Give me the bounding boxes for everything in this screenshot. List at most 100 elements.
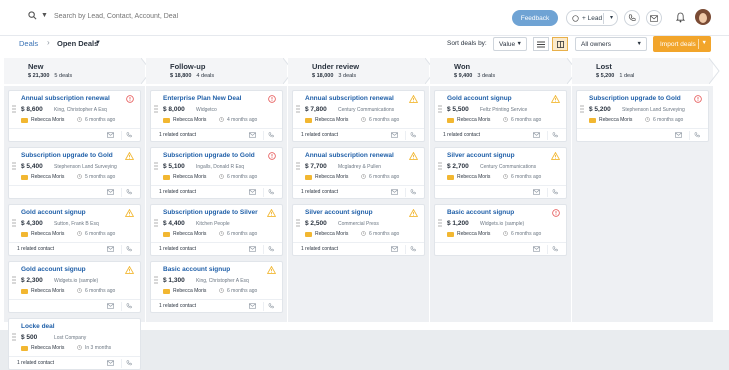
deal-title[interactable]: Gold account signup <box>21 266 86 273</box>
deal-card[interactable]: Annual subscription renewal $ 8,600 King, … <box>8 90 141 142</box>
mail-icon[interactable] <box>533 246 540 252</box>
drag-handle-icon[interactable] <box>296 162 300 170</box>
deal-organization[interactable]: Stephenson Land Surveying <box>54 164 117 170</box>
bell-icon[interactable] <box>676 12 685 23</box>
mail-icon[interactable] <box>107 246 114 252</box>
chevron-down-icon[interactable]: ▼ <box>41 12 48 19</box>
phone-icon[interactable] <box>126 132 132 138</box>
drag-handle-icon[interactable] <box>12 105 16 113</box>
drag-handle-icon[interactable] <box>154 219 158 227</box>
phone-icon[interactable] <box>126 246 132 252</box>
mail-button[interactable] <box>646 10 662 26</box>
drag-handle-icon[interactable] <box>438 219 442 227</box>
deal-title[interactable]: Basic account signup <box>163 266 230 273</box>
deal-title[interactable]: Enterprise Plan New Deal <box>163 95 241 102</box>
deal-title[interactable]: Annual subscription renewal <box>305 152 394 159</box>
mail-icon[interactable] <box>107 132 114 138</box>
add-lead-button[interactable]: + Lead ▾ <box>566 10 618 26</box>
deal-card[interactable]: Gold account signup $ 2,300 Widgets.io (sa… <box>8 261 141 313</box>
deal-title[interactable]: Silver account signup <box>305 209 373 216</box>
view-title[interactable]: Open Deals <box>57 39 98 48</box>
deal-organization[interactable]: Widgets.io (sample) <box>480 221 524 227</box>
phone-icon[interactable] <box>552 189 558 195</box>
deal-organization[interactable]: King, Christopher A Esq <box>196 278 249 284</box>
related-contacts[interactable]: 1 related contact <box>301 132 338 138</box>
deal-organization[interactable]: Stephenson Land Surveying <box>622 107 685 113</box>
chevron-down-icon[interactable]: ▾ <box>610 14 613 21</box>
phone-icon[interactable] <box>552 132 558 138</box>
phone-icon[interactable] <box>268 246 274 252</box>
drag-handle-icon[interactable] <box>12 333 16 341</box>
deal-card[interactable]: Silver account signup $ 2,500 Commercial P… <box>292 204 425 256</box>
deal-title[interactable]: Annual subscription renewal <box>21 95 110 102</box>
phone-icon[interactable] <box>126 303 132 309</box>
deal-card[interactable]: Gold account signup $ 4,300 Sutton, Frank … <box>8 204 141 256</box>
drag-handle-icon[interactable] <box>296 219 300 227</box>
drag-handle-icon[interactable] <box>438 105 442 113</box>
deal-organization[interactable]: Ingalls, Donald R Esq <box>196 164 244 170</box>
deal-organization[interactable]: Sutton, Frank B Esq <box>54 221 99 227</box>
related-contacts[interactable]: 1 related contact <box>443 132 480 138</box>
phone-icon[interactable] <box>410 132 416 138</box>
related-contacts[interactable]: 1 related contact <box>301 246 338 252</box>
deal-card[interactable]: Enterprise Plan New Deal $ 8,000 Widgetco R… <box>150 90 283 142</box>
breadcrumb-deals[interactable]: Deals <box>19 39 38 48</box>
mail-icon[interactable] <box>249 132 256 138</box>
drag-handle-icon[interactable] <box>580 105 584 113</box>
drag-handle-icon[interactable] <box>12 162 16 170</box>
drag-handle-icon[interactable] <box>154 105 158 113</box>
board-view-button[interactable] <box>552 37 568 51</box>
related-contacts[interactable]: 1 related contact <box>17 360 54 366</box>
deal-organization[interactable]: Feltz Printing Service <box>480 107 527 113</box>
deal-card[interactable]: Annual subscription renewal $ 7,800 Centur… <box>292 90 425 142</box>
mail-icon[interactable] <box>533 189 540 195</box>
chevron-down-icon[interactable]: ▼ <box>95 40 101 46</box>
mail-icon[interactable] <box>249 303 256 309</box>
drag-handle-icon[interactable] <box>12 219 16 227</box>
deal-title[interactable]: Basic account signup <box>447 209 514 216</box>
related-contacts[interactable]: 1 related contact <box>301 189 338 195</box>
mail-icon[interactable] <box>391 246 398 252</box>
drag-handle-icon[interactable] <box>154 162 158 170</box>
deal-title[interactable]: Gold account signup <box>21 209 86 216</box>
deal-organization[interactable]: Lost Company <box>54 335 86 341</box>
phone-icon[interactable] <box>268 132 274 138</box>
import-deals-button[interactable]: Import deals ▼ <box>653 36 711 52</box>
deal-title[interactable]: Annual subscription renewal <box>305 95 394 102</box>
related-contacts[interactable]: 1 related contact <box>159 246 196 252</box>
phone-icon[interactable] <box>694 132 700 138</box>
deal-organization[interactable]: Century Communications <box>480 164 536 170</box>
deal-organization[interactable]: Kitchen People <box>196 221 230 227</box>
deal-card[interactable]: Annual subscription renewal $ 7,700 Mcglad… <box>292 147 425 199</box>
deal-organization[interactable]: King, Christopher A Esq <box>54 107 107 113</box>
deal-organization[interactable]: Commercial Press <box>338 221 379 227</box>
deal-title[interactable]: Gold account signup <box>447 95 512 102</box>
search-input[interactable] <box>54 13 294 20</box>
deal-card[interactable]: Silver account signup $ 2,700 Century Comm… <box>434 147 567 199</box>
phone-icon[interactable] <box>126 360 132 366</box>
deal-title[interactable]: Silver account signup <box>447 152 515 159</box>
drag-handle-icon[interactable] <box>296 105 300 113</box>
related-contacts[interactable]: 1 related contact <box>17 246 54 252</box>
owner-filter-select[interactable]: All owners ▼ <box>575 37 647 51</box>
deal-card[interactable]: Locke deal $ 500 Lost Company Rebecca Moris… <box>8 318 141 370</box>
list-view-button[interactable] <box>533 37 549 51</box>
mail-icon[interactable] <box>107 303 114 309</box>
phone-icon[interactable] <box>410 189 416 195</box>
related-contacts[interactable]: 1 related contact <box>159 132 196 138</box>
mail-icon[interactable] <box>249 246 256 252</box>
deal-card[interactable]: Subscription upgrade to Gold $ 5,400 Steph… <box>8 147 141 199</box>
deal-card[interactable]: Subscription upgrade to Gold $ 5,200 Steph… <box>576 90 709 142</box>
mail-icon[interactable] <box>391 189 398 195</box>
chevron-down-icon[interactable]: ▼ <box>702 40 707 46</box>
sort-select[interactable]: Value ▼ <box>493 37 527 51</box>
mail-icon[interactable] <box>249 189 256 195</box>
related-contacts[interactable]: 1 related contact <box>159 189 196 195</box>
search-scope[interactable]: ▼ <box>28 11 48 20</box>
phone-button[interactable] <box>624 10 640 26</box>
deal-title[interactable]: Locke deal <box>21 323 55 330</box>
deal-title[interactable]: Subscription upgrade to Gold <box>21 152 113 159</box>
mail-icon[interactable] <box>675 132 682 138</box>
deal-title[interactable]: Subscription upgrade to Gold <box>163 152 255 159</box>
deal-organization[interactable]: Century Communications <box>338 107 394 113</box>
